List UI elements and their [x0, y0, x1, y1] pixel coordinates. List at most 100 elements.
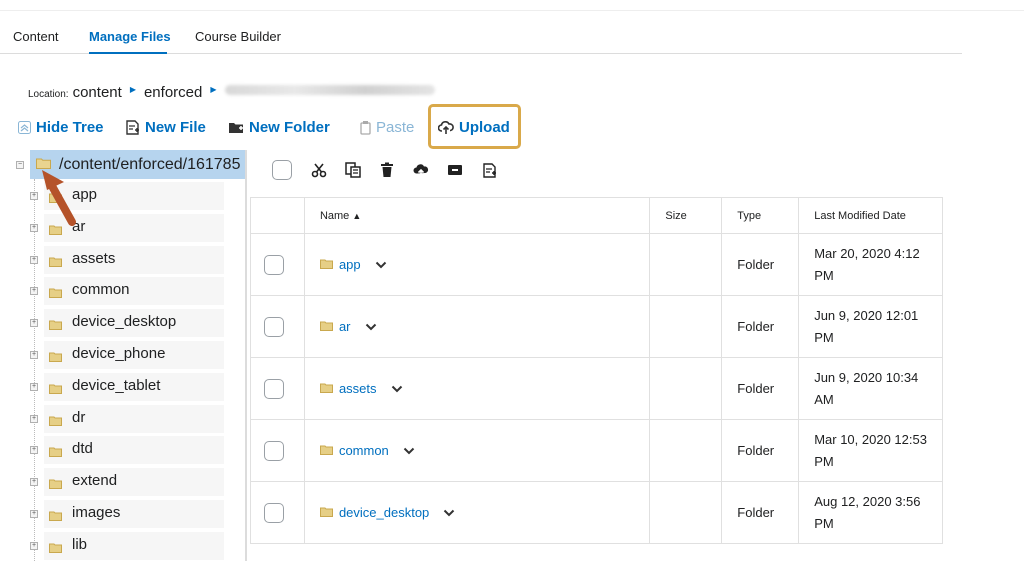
new-file-icon[interactable] [480, 161, 498, 179]
tab-content[interactable]: Content [13, 29, 59, 44]
row-checkbox[interactable] [264, 316, 284, 337]
header-modified[interactable]: Last Modified Date [798, 197, 943, 234]
header-size[interactable]: Size [649, 197, 723, 234]
tab-course-builder[interactable]: Course Builder [195, 29, 281, 44]
header-name[interactable]: Name ▲ [303, 197, 651, 234]
tree-item-label: device_desktop [72, 313, 177, 331]
tree-item[interactable]: + lib [0, 531, 228, 561]
folder-icon [319, 319, 333, 334]
chevron-down-icon[interactable] [375, 261, 387, 269]
chevron-down-icon[interactable] [403, 447, 415, 455]
tree-item[interactable]: + ar [0, 213, 228, 243]
folder-icon [49, 317, 62, 335]
tree-item[interactable]: + device_desktop [0, 308, 228, 338]
name-cell: device_desktop [303, 481, 651, 544]
active-tab-indicator [89, 52, 167, 54]
tab-manage-files[interactable]: Manage Files [89, 29, 171, 44]
size-cell [649, 357, 723, 420]
table-row[interactable]: device_desktop Folder Aug 12, 2020 3:56 PM [250, 481, 943, 544]
tree-item[interactable]: + app [0, 181, 228, 211]
expand-icon[interactable]: + [30, 319, 38, 328]
breadcrumb: Location: content ▶ enforced ▶ [28, 84, 435, 104]
new-file-button[interactable]: New File [125, 119, 206, 136]
row-checkbox[interactable] [264, 378, 284, 399]
name-cell: common [303, 419, 651, 482]
select-all-checkbox[interactable] [272, 160, 292, 180]
expand-icon[interactable]: + [30, 223, 38, 232]
tree-item[interactable]: + dtd [0, 435, 228, 465]
row-checkbox[interactable] [264, 440, 284, 461]
collapse-tree-icon [18, 121, 31, 134]
tree-item-background [44, 277, 224, 306]
annotation-arrow-icon [42, 170, 76, 226]
expand-icon[interactable]: + [30, 287, 38, 296]
breadcrumb-separator-icon: ▶ [210, 85, 217, 94]
size-cell [649, 419, 723, 482]
file-name-link[interactable]: ar [339, 319, 351, 334]
file-name-link[interactable]: assets [339, 381, 377, 396]
hide-tree-button[interactable]: Hide Tree [18, 119, 104, 136]
file-name-link[interactable]: common [339, 443, 389, 458]
expand-icon[interactable]: + [30, 541, 38, 550]
table-row[interactable]: assets Folder Jun 9, 2020 10:34 AM [250, 357, 943, 420]
cut-icon[interactable] [310, 161, 328, 179]
tree-item-label: extend [72, 472, 118, 490]
tree-item[interactable]: + extend [0, 467, 228, 497]
expand-icon[interactable]: + [30, 478, 38, 487]
delete-icon[interactable] [378, 161, 396, 179]
size-cell [649, 295, 723, 358]
tree-item[interactable]: + images [0, 499, 228, 529]
row-checkbox[interactable] [264, 254, 284, 275]
upload-icon[interactable] [412, 161, 430, 179]
size-cell [649, 481, 723, 544]
file-actions-toolbar [272, 155, 514, 185]
chevron-down-icon[interactable] [443, 509, 455, 517]
tree-item[interactable]: + device_tablet [0, 372, 228, 402]
expand-icon[interactable]: + [30, 382, 38, 391]
pane-divider[interactable] [245, 150, 247, 561]
file-manager-toolbar: Hide Tree New File New Folder Paste Uplo… [0, 112, 700, 146]
modified-cell: Mar 10, 2020 12:53 PM [798, 419, 943, 482]
tree-item-label: device_tablet [72, 376, 161, 394]
paste-button[interactable]: Paste [360, 119, 414, 136]
folder-icon [319, 381, 333, 396]
breadcrumb-enforced[interactable]: enforced [144, 84, 202, 101]
tree-item-background [44, 436, 224, 465]
copy-icon[interactable] [344, 161, 362, 179]
table-row[interactable]: app Folder Mar 20, 2020 4:12 PM [250, 233, 943, 296]
chevron-down-icon[interactable] [365, 323, 377, 331]
expand-icon[interactable]: + [30, 414, 38, 423]
row-checkbox[interactable] [264, 502, 284, 523]
expand-icon[interactable]: + [30, 510, 38, 518]
breadcrumb-content[interactable]: content [73, 84, 122, 101]
table-row[interactable]: ar Folder Jun 9, 2020 12:01 PM [250, 295, 943, 358]
name-cell: app [303, 233, 651, 296]
table-row[interactable]: common Folder Mar 10, 2020 12:53 PM [250, 419, 943, 482]
chevron-down-icon[interactable] [391, 385, 403, 393]
file-name-link[interactable]: device_desktop [339, 505, 429, 520]
type-cell: Folder [721, 295, 800, 358]
paste-icon [360, 120, 371, 135]
tree-item-label: lib [72, 535, 88, 553]
modified-cell: Jun 9, 2020 12:01 PM [798, 295, 943, 358]
file-name-link[interactable]: app [339, 257, 361, 272]
row-check-cell [250, 233, 305, 296]
archive-icon[interactable] [446, 161, 464, 179]
tree-item-background [44, 468, 224, 497]
collapse-icon[interactable]: − [16, 161, 24, 169]
expand-icon[interactable]: + [30, 192, 38, 200]
tree-item[interactable]: + dr [0, 404, 228, 434]
folder-icon [49, 349, 62, 367]
type-cell: Folder [721, 419, 800, 482]
folder-icon [49, 254, 62, 272]
tree-item[interactable]: + common [0, 276, 228, 306]
expand-icon[interactable]: + [30, 446, 38, 455]
expand-icon[interactable]: + [30, 255, 38, 264]
new-folder-button[interactable]: New Folder [228, 119, 330, 136]
tree-item[interactable]: + assets [0, 245, 228, 275]
tree-item-label: assets [72, 249, 116, 267]
tree-item[interactable]: + device_phone [0, 340, 228, 370]
header-type[interactable]: Type [721, 197, 800, 234]
folder-icon [319, 443, 333, 458]
expand-icon[interactable]: + [30, 351, 38, 359]
